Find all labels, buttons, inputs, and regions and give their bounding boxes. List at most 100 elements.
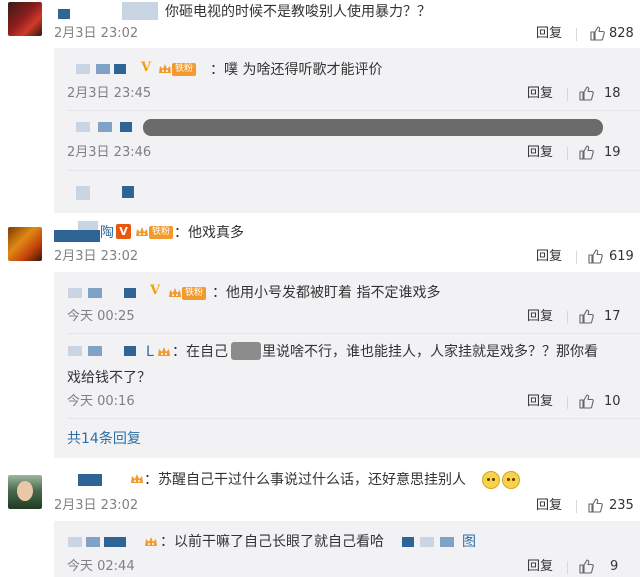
comment-time: 2月3日 23:02 <box>54 249 139 264</box>
username-redacted[interactable] <box>104 537 126 547</box>
username-redacted[interactable] <box>124 346 136 356</box>
avatar[interactable] <box>8 2 42 36</box>
divider <box>576 251 577 264</box>
crown-icon <box>158 62 172 76</box>
reply-text-body: 他用小号发都被盯着 指不定谁戏多 <box>226 285 441 301</box>
v-badge-icon: V <box>116 224 131 239</box>
reply-button[interactable]: 回复 <box>536 249 562 265</box>
username-redacted <box>86 537 100 547</box>
username-redacted <box>96 64 110 74</box>
username-redacted <box>68 537 82 547</box>
reply-button[interactable]: 回复 <box>536 498 562 514</box>
username-redacted <box>88 288 102 298</box>
username-redacted[interactable] <box>78 474 102 486</box>
thumbs-up-icon[interactable] <box>587 497 603 513</box>
thumbs-up-icon[interactable] <box>578 85 594 101</box>
reply-time: 今天 00:25 <box>67 309 135 324</box>
crown-icon <box>144 535 158 549</box>
divider <box>567 88 568 101</box>
thumbs-up-icon[interactable] <box>578 558 594 574</box>
comment-time: 2月3日 23:02 <box>54 26 139 41</box>
thumbs-up-icon[interactable] <box>589 25 605 41</box>
username-redacted <box>76 122 90 132</box>
username-redacted <box>420 537 434 547</box>
reply-text: ：他用小号发都被盯着 指不定谁戏多 <box>212 285 441 301</box>
username-fragment[interactable]: 陶 <box>100 224 114 242</box>
reply-button[interactable]: 回复 <box>527 559 553 575</box>
reply-text-body: 噗 为啥还得听歌才能评价 <box>224 62 383 78</box>
crown-icon <box>168 286 182 300</box>
like-count: 18 <box>604 86 621 101</box>
reply-text: ：以前干嘛了自己长眼了就自己看哈 <box>160 534 384 550</box>
divider <box>576 500 577 513</box>
more-replies-link[interactable]: 共14条回复 <box>67 430 141 448</box>
username-redacted <box>122 2 158 20</box>
like-count: 828 <box>609 26 634 41</box>
fan-badge: 铁粉 <box>149 226 174 239</box>
like-count: 17 <box>604 309 621 324</box>
username-redacted <box>402 537 414 547</box>
username-redacted[interactable] <box>120 122 132 132</box>
reply-text-body: 以前干嘛了自己长眼了就自己看哈 <box>174 534 384 550</box>
divider <box>576 28 577 41</box>
reply-text-part2: 里说啥不行，谁也能挂人，人家挂就是戏多？？那你看 <box>262 344 598 360</box>
redacted-reply-text <box>143 119 603 136</box>
v-badge-icon: V <box>141 60 152 75</box>
username-redacted <box>98 122 112 132</box>
reply-text: ：在自己 <box>172 344 228 360</box>
smiley-emoji-icon <box>482 471 500 489</box>
picture-link[interactable]: 图 <box>462 533 476 551</box>
v-badge-icon: V <box>150 283 161 298</box>
username-redacted[interactable] <box>122 186 134 198</box>
comment-text-body: 他戏真多 <box>188 225 244 241</box>
thumbs-up-icon[interactable] <box>587 248 603 264</box>
reply-time: 2月3日 23:45 <box>67 86 152 101</box>
divider <box>567 311 568 324</box>
reply-button[interactable]: 回复 <box>527 145 553 161</box>
separator <box>67 170 640 171</box>
crown-icon <box>130 472 144 486</box>
username-redacted[interactable] <box>54 230 100 242</box>
username-redacted <box>88 346 102 356</box>
reply-time: 今天 00:16 <box>67 394 135 409</box>
avatar[interactable] <box>8 227 42 261</box>
fan-badge: 铁粉 <box>182 287 207 300</box>
username-redacted[interactable] <box>114 64 126 74</box>
redacted-text <box>231 342 261 360</box>
like-count: 19 <box>604 145 621 160</box>
avatar[interactable] <box>8 475 42 509</box>
username-redacted[interactable] <box>124 288 136 298</box>
reply-button[interactable]: 回复 <box>527 309 553 325</box>
reply-time: 今天 02:44 <box>67 559 135 574</box>
separator <box>67 418 640 419</box>
reply-button[interactable]: 回复 <box>536 26 562 42</box>
username-redacted[interactable] <box>58 9 70 19</box>
separator <box>67 333 640 334</box>
comment-text-body: 苏醒自己干过什么事说过什么话，还好意思挂别人 <box>158 472 466 488</box>
reply-text-line2: 戏给钱不了？ <box>67 370 151 386</box>
like-count: 10 <box>604 394 621 409</box>
comment-time: 2月3日 23:02 <box>54 498 139 513</box>
reply-button[interactable]: 回复 <box>527 394 553 410</box>
crown-icon <box>135 225 149 239</box>
comment-text: 你砸电视的时候不是教唆别人使用暴力？？ <box>165 4 431 20</box>
thumbs-up-icon[interactable] <box>578 144 594 160</box>
reply-button[interactable]: 回复 <box>527 86 553 102</box>
username-redacted <box>440 537 454 547</box>
divider <box>567 147 568 160</box>
like-count: 235 <box>609 498 634 513</box>
divider <box>567 561 568 574</box>
thumbs-up-icon[interactable] <box>578 393 594 409</box>
reply-text: ：噗 为啥还得听歌才能评价 <box>210 62 383 78</box>
crown-icon <box>157 345 171 359</box>
divider <box>567 396 568 409</box>
username-fragment[interactable]: L <box>146 343 154 361</box>
like-count: 9 <box>610 559 619 574</box>
reply-time: 2月3日 23:46 <box>67 145 152 160</box>
thumbs-up-icon[interactable] <box>578 308 594 324</box>
username-redacted <box>68 346 82 356</box>
username-redacted <box>76 64 90 74</box>
reply-text-part1: 在自己 <box>186 344 228 360</box>
comment-text: ：他戏真多 <box>174 225 244 241</box>
smiley-emoji-icon <box>502 471 520 489</box>
